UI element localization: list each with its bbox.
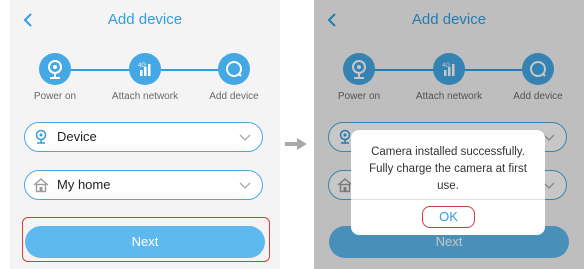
badge-4g: 4G: [138, 63, 146, 69]
step-add-device: [218, 53, 250, 85]
dialog-message: Camera installed successfully. Fully cha…: [369, 146, 527, 192]
step-label-power-on: Power on: [33, 91, 77, 102]
page-title: Add device: [107, 11, 183, 28]
left-screen: Add device 4G Power on Attach network Ad…: [10, 0, 280, 269]
dialog-divider: [351, 199, 545, 200]
step-power-on: [39, 53, 71, 85]
location-select-value: My home: [57, 177, 111, 192]
success-dialog: Camera installed successfully. Fully cha…: [351, 130, 545, 235]
progress-steps: 4G Power on Attach network Add device: [10, 47, 280, 107]
arrow-right-icon: [285, 138, 307, 150]
step-label-add-device: Add device: [209, 91, 259, 102]
camera-icon: [35, 129, 47, 144]
chevron-down-icon: [239, 182, 251, 189]
step-label-attach-network: Attach network: [111, 91, 179, 102]
right-screen: Add device 4G Power on Attach network Ad…: [314, 0, 584, 269]
header: Add device: [10, 0, 280, 40]
chevron-down-icon: [239, 134, 251, 141]
device-select[interactable]: Device: [24, 122, 263, 152]
home-icon: [33, 178, 49, 193]
ok-button[interactable]: OK: [422, 206, 475, 228]
location-select[interactable]: My home: [24, 170, 263, 200]
signal-4g-icon: 4G: [138, 63, 151, 76]
step-attach-network: 4G: [129, 53, 161, 85]
highlight-box-next: [22, 217, 270, 262]
camera-icon: [48, 60, 62, 79]
search-icon: [226, 61, 242, 77]
device-select-value: Device: [57, 129, 97, 144]
